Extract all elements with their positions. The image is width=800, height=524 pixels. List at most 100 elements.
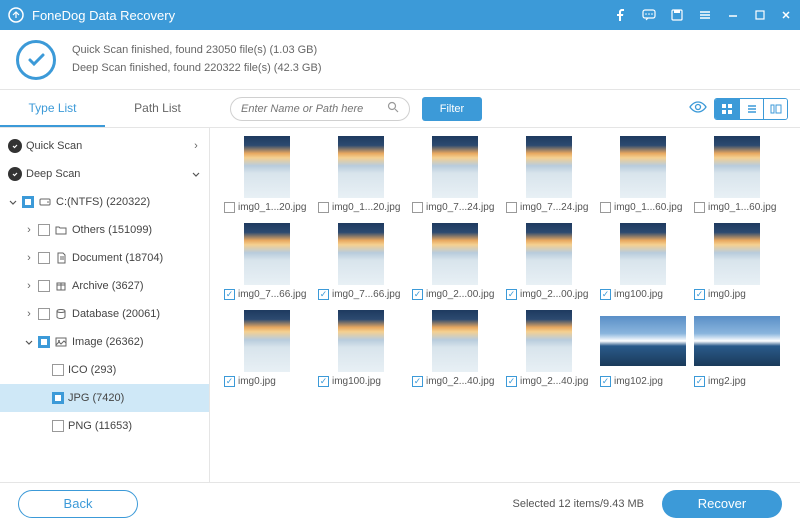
- minimize-icon[interactable]: [726, 8, 740, 22]
- file-thumb[interactable]: img0_1...20.jpg: [224, 136, 310, 213]
- file-thumb[interactable]: img100.jpg: [600, 223, 686, 300]
- search-icon[interactable]: [387, 101, 399, 116]
- thumbnail-image: [412, 136, 498, 198]
- file-checkbox[interactable]: [694, 376, 705, 387]
- file-checkbox[interactable]: [412, 289, 423, 300]
- file-name: img0_2...00.jpg: [520, 289, 592, 300]
- checkbox[interactable]: [52, 420, 64, 432]
- file-thumb[interactable]: img2.jpg: [694, 310, 780, 387]
- checkbox[interactable]: [22, 196, 34, 208]
- file-checkbox[interactable]: [600, 202, 611, 213]
- file-checkbox[interactable]: [600, 289, 611, 300]
- file-thumb[interactable]: img0_7...24.jpg: [506, 136, 592, 213]
- file-name: img0_2...00.jpg: [426, 289, 498, 300]
- file-thumb[interactable]: img0.jpg: [224, 310, 310, 387]
- file-checkbox[interactable]: [318, 202, 329, 213]
- tab-path-list[interactable]: Path List: [105, 91, 210, 127]
- tree-archive[interactable]: › Archive (3627): [0, 272, 209, 300]
- scan-banner: Quick Scan finished, found 23050 file(s)…: [0, 30, 800, 90]
- file-thumb[interactable]: img0_7...66.jpg: [224, 223, 310, 300]
- file-name: img102.jpg: [614, 376, 686, 387]
- file-checkbox[interactable]: [224, 376, 235, 387]
- thumbnail-image: [224, 136, 310, 198]
- tree-document[interactable]: › Document (18704): [0, 244, 209, 272]
- tree-others[interactable]: › Others (151099): [0, 216, 209, 244]
- file-checkbox[interactable]: [694, 202, 705, 213]
- file-thumb[interactable]: img0_2...40.jpg: [506, 310, 592, 387]
- file-checkbox[interactable]: [318, 289, 329, 300]
- facebook-icon[interactable]: [614, 8, 628, 22]
- tree-drive[interactable]: C:(NTFS) (220322): [0, 188, 209, 216]
- file-checkbox[interactable]: [412, 376, 423, 387]
- file-checkbox[interactable]: [506, 202, 517, 213]
- file-thumb[interactable]: img0_1...60.jpg: [600, 136, 686, 213]
- file-thumb[interactable]: img0_7...24.jpg: [412, 136, 498, 213]
- file-checkbox[interactable]: [412, 202, 423, 213]
- deep-scan-status: Deep Scan finished, found 220322 file(s)…: [72, 60, 321, 78]
- tree-image[interactable]: Image (26362): [0, 328, 209, 356]
- tab-type-list[interactable]: Type List: [0, 91, 105, 127]
- checkbox[interactable]: [38, 252, 50, 264]
- filter-button[interactable]: Filter: [422, 97, 482, 121]
- file-thumb[interactable]: img102.jpg: [600, 310, 686, 387]
- checkbox[interactable]: [38, 336, 50, 348]
- thumbnail-image: [412, 223, 498, 285]
- document-icon: [54, 251, 68, 265]
- file-thumb[interactable]: img0_2...00.jpg: [506, 223, 592, 300]
- thumbnail-image: [506, 223, 592, 285]
- file-thumb[interactable]: img100.jpg: [318, 310, 404, 387]
- view-grid-button[interactable]: [715, 99, 739, 119]
- checkbox[interactable]: [38, 280, 50, 292]
- dot-icon: [8, 167, 22, 181]
- checkbox[interactable]: [38, 308, 50, 320]
- file-checkbox[interactable]: [694, 289, 705, 300]
- app-logo-icon: [8, 7, 24, 23]
- file-name: img0.jpg: [708, 289, 780, 300]
- checkbox[interactable]: [38, 224, 50, 236]
- file-checkbox[interactable]: [224, 202, 235, 213]
- titlebar: FoneDog Data Recovery: [0, 0, 800, 30]
- save-icon[interactable]: [670, 8, 684, 22]
- search-box[interactable]: [230, 97, 410, 121]
- toolbar: Type List Path List Filter: [0, 90, 800, 128]
- file-thumb[interactable]: img0_1...20.jpg: [318, 136, 404, 213]
- checkmark-icon: [16, 40, 56, 80]
- chevron-right-icon: ›: [24, 252, 34, 264]
- feedback-icon[interactable]: [642, 8, 656, 22]
- file-checkbox[interactable]: [318, 376, 329, 387]
- file-thumb[interactable]: img0_7...66.jpg: [318, 223, 404, 300]
- thumbnail-image: [506, 136, 592, 198]
- file-name: img100.jpg: [614, 289, 686, 300]
- tree-jpg[interactable]: JPG (7420): [0, 384, 209, 412]
- file-grid: img0_1...20.jpgimg0_1...20.jpgimg0_7...2…: [210, 128, 800, 482]
- search-input[interactable]: [241, 103, 387, 115]
- thumbnail-image: [412, 310, 498, 372]
- file-checkbox[interactable]: [224, 289, 235, 300]
- archive-icon: [54, 279, 68, 293]
- sidebar: Quick Scan › Deep Scan C:(NTFS) (220322)…: [0, 128, 210, 482]
- thumbnail-image: [318, 136, 404, 198]
- tree-database[interactable]: › Database (20061): [0, 300, 209, 328]
- file-thumb[interactable]: img0_1...60.jpg: [694, 136, 780, 213]
- file-checkbox[interactable]: [506, 376, 517, 387]
- file-thumb[interactable]: img0_2...00.jpg: [412, 223, 498, 300]
- checkbox[interactable]: [52, 364, 64, 376]
- file-thumb[interactable]: img0_2...40.jpg: [412, 310, 498, 387]
- maximize-icon[interactable]: [754, 9, 766, 21]
- file-checkbox[interactable]: [600, 376, 611, 387]
- footer: Back Selected 12 items/9.43 MB Recover: [0, 482, 800, 524]
- tree-quick-scan[interactable]: Quick Scan ›: [0, 132, 209, 160]
- recover-button[interactable]: Recover: [662, 490, 782, 518]
- tree-png[interactable]: PNG (11653): [0, 412, 209, 440]
- checkbox[interactable]: [52, 392, 64, 404]
- view-list-button[interactable]: [739, 99, 763, 119]
- menu-icon[interactable]: [698, 8, 712, 22]
- close-icon[interactable]: [780, 9, 792, 21]
- view-detail-button[interactable]: [763, 99, 787, 119]
- file-checkbox[interactable]: [506, 289, 517, 300]
- back-button[interactable]: Back: [18, 490, 138, 518]
- file-thumb[interactable]: img0.jpg: [694, 223, 780, 300]
- preview-icon[interactable]: [688, 100, 708, 117]
- tree-ico[interactable]: ICO (293): [0, 356, 209, 384]
- tree-deep-scan[interactable]: Deep Scan: [0, 160, 209, 188]
